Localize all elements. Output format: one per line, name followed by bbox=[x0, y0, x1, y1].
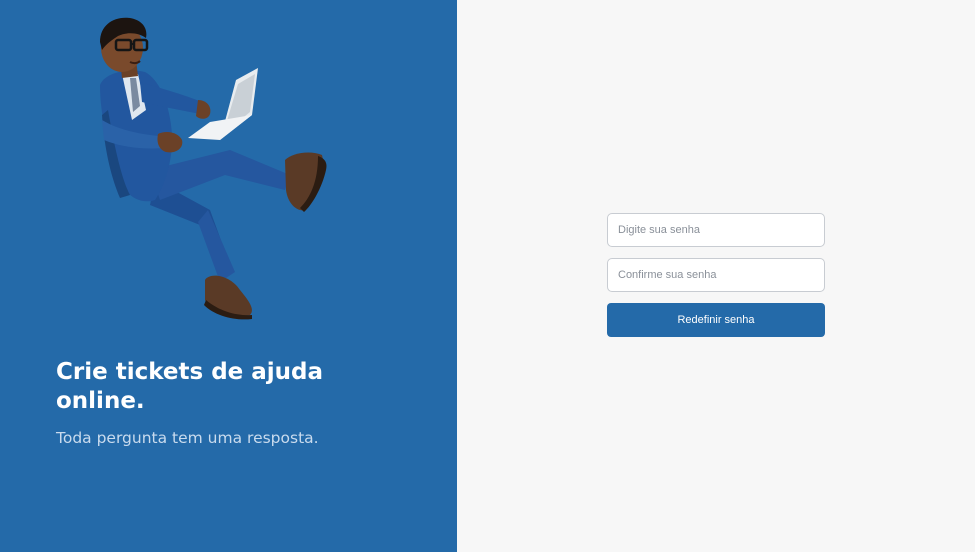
confirm-password-field[interactable] bbox=[607, 258, 825, 292]
businessman-with-laptop-illustration bbox=[100, 17, 327, 320]
hero-panel: Crie tickets de ajuda online. Toda pergu… bbox=[0, 0, 457, 552]
reset-password-page: Crie tickets de ajuda online. Toda pergu… bbox=[0, 0, 975, 552]
reset-password-form: Redefinir senha bbox=[607, 213, 825, 337]
hero-subtitle: Toda pergunta tem uma resposta. bbox=[56, 429, 319, 447]
form-panel: Redefinir senha bbox=[457, 0, 975, 552]
hero-title: Crie tickets de ajuda online. bbox=[56, 359, 324, 414]
reset-password-button[interactable]: Redefinir senha bbox=[607, 303, 825, 337]
password-field[interactable] bbox=[607, 213, 825, 247]
